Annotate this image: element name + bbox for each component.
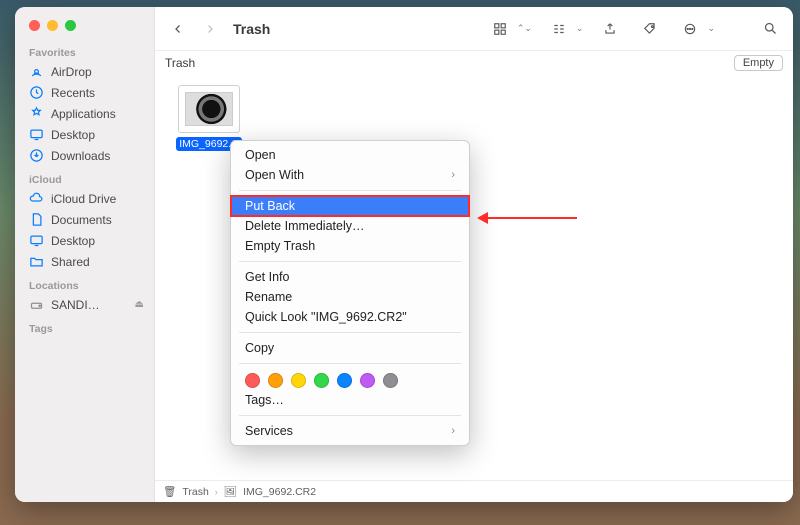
tag-purple[interactable] <box>360 373 375 388</box>
applications-icon <box>29 106 44 121</box>
sidebar-item-applications[interactable]: Applications <box>15 103 154 124</box>
zoom-button[interactable] <box>65 20 76 31</box>
minimize-button[interactable] <box>47 20 58 31</box>
chevron-right-icon: › <box>451 425 455 437</box>
back-button[interactable] <box>165 17 191 41</box>
menu-item-open[interactable]: Open <box>231 145 469 165</box>
menu-separator <box>239 415 461 416</box>
sidebar-item-icloud-drive[interactable]: iCloud Drive <box>15 188 154 209</box>
menu-tag-colors <box>231 369 469 390</box>
window-controls <box>15 7 154 39</box>
menu-separator <box>239 363 461 364</box>
tag-gray[interactable] <box>383 373 398 388</box>
folder-icon <box>29 254 44 269</box>
group-button[interactable] <box>546 17 572 41</box>
menu-item-tags[interactable]: Tags… <box>231 390 469 410</box>
menu-item-services[interactable]: Services› <box>231 421 469 441</box>
menu-item-delete-immediately[interactable]: Delete Immediately… <box>231 216 469 236</box>
desktop-background: Favorites AirDrop Recents Applications D… <box>0 0 800 525</box>
chevron-right-icon: › <box>215 487 218 497</box>
search-button[interactable] <box>757 17 783 41</box>
tag-blue[interactable] <box>337 373 352 388</box>
sidebar-item-desktop-icloud[interactable]: Desktop <box>15 230 154 251</box>
sidebar-item-label: Downloads <box>51 149 110 163</box>
documents-icon <box>29 212 44 227</box>
airdrop-icon <box>29 64 44 79</box>
sidebar-item-label: Shared <box>51 255 90 269</box>
sidebar-item-airdrop[interactable]: AirDrop <box>15 61 154 82</box>
sidebar-header-locations: Locations <box>15 272 154 294</box>
sidebar-header-icloud: iCloud <box>15 166 154 188</box>
trash-icon: 🗑 <box>163 485 176 498</box>
sidebar-item-recents[interactable]: Recents <box>15 82 154 103</box>
sidebar-item-label: Documents <box>51 213 112 227</box>
tag-orange[interactable] <box>268 373 283 388</box>
file-thumbnail <box>178 85 240 133</box>
desktop-icon <box>29 127 44 142</box>
cloud-icon <box>29 191 44 206</box>
eject-icon[interactable]: ⏏ <box>135 299 144 310</box>
action-button[interactable] <box>677 17 703 41</box>
close-button[interactable] <box>29 20 40 31</box>
menu-separator <box>239 190 461 191</box>
chevron-down-icon: ⌄ <box>576 23 584 34</box>
sidebar: Favorites AirDrop Recents Applications D… <box>15 7 155 502</box>
menu-item-rename[interactable]: Rename <box>231 287 469 307</box>
sidebar-item-label: SANDI… <box>51 298 100 312</box>
annotation-arrow <box>477 212 577 224</box>
tag-green[interactable] <box>314 373 329 388</box>
disk-icon <box>29 297 44 312</box>
clock-icon <box>29 85 44 100</box>
sidebar-header-tags: Tags <box>15 315 154 337</box>
image-icon: 🖼 <box>224 485 237 498</box>
context-menu: Open Open With› Put Back Delete Immediat… <box>230 140 470 446</box>
path-file[interactable]: IMG_9692.CR2 <box>243 486 316 498</box>
sidebar-item-documents[interactable]: Documents <box>15 209 154 230</box>
sidebar-item-label: AirDrop <box>51 65 92 79</box>
sidebar-item-external-disk[interactable]: SANDI… ⏏ <box>15 294 154 315</box>
menu-item-quick-look[interactable]: Quick Look "IMG_9692.CR2" <box>231 307 469 327</box>
sidebar-item-label: Desktop <box>51 128 95 142</box>
downloads-icon <box>29 148 44 163</box>
sidebar-header-favorites: Favorites <box>15 39 154 61</box>
sidebar-item-shared[interactable]: Shared <box>15 251 154 272</box>
desktop-icon <box>29 233 44 248</box>
menu-item-put-back[interactable]: Put Back <box>231 196 469 216</box>
sidebar-item-label: iCloud Drive <box>51 192 116 206</box>
sidebar-item-desktop[interactable]: Desktop <box>15 124 154 145</box>
chevron-updown-icon: ⌃⌄ <box>517 23 532 34</box>
sidebar-item-label: Applications <box>51 107 116 121</box>
menu-separator <box>239 261 461 262</box>
tag-yellow[interactable] <box>291 373 306 388</box>
share-button[interactable] <box>597 17 623 41</box>
chevron-down-icon: ⌄ <box>707 23 715 34</box>
toolbar: Trash ⌃⌄ ⌄ ⌄ <box>155 7 793 51</box>
menu-item-copy[interactable]: Copy <box>231 338 469 358</box>
sidebar-item-label: Recents <box>51 86 95 100</box>
path-location[interactable]: Trash <box>182 486 208 498</box>
window-title: Trash <box>233 21 270 37</box>
forward-button[interactable] <box>197 17 223 41</box>
sidebar-item-label: Desktop <box>51 234 95 248</box>
view-icons-button[interactable] <box>487 17 513 41</box>
tags-button[interactable] <box>637 17 663 41</box>
tag-red[interactable] <box>245 373 260 388</box>
menu-separator <box>239 332 461 333</box>
empty-trash-button[interactable]: Empty <box>734 55 783 71</box>
location-label: Trash <box>165 56 195 70</box>
chevron-right-icon: › <box>451 169 455 181</box>
menu-item-open-with[interactable]: Open With› <box>231 165 469 185</box>
sidebar-item-downloads[interactable]: Downloads <box>15 145 154 166</box>
menu-item-get-info[interactable]: Get Info <box>231 267 469 287</box>
location-bar: Trash Empty <box>155 51 793 75</box>
path-bar: 🗑 Trash › 🖼 IMG_9692.CR2 <box>155 480 793 502</box>
menu-item-empty-trash[interactable]: Empty Trash <box>231 236 469 256</box>
